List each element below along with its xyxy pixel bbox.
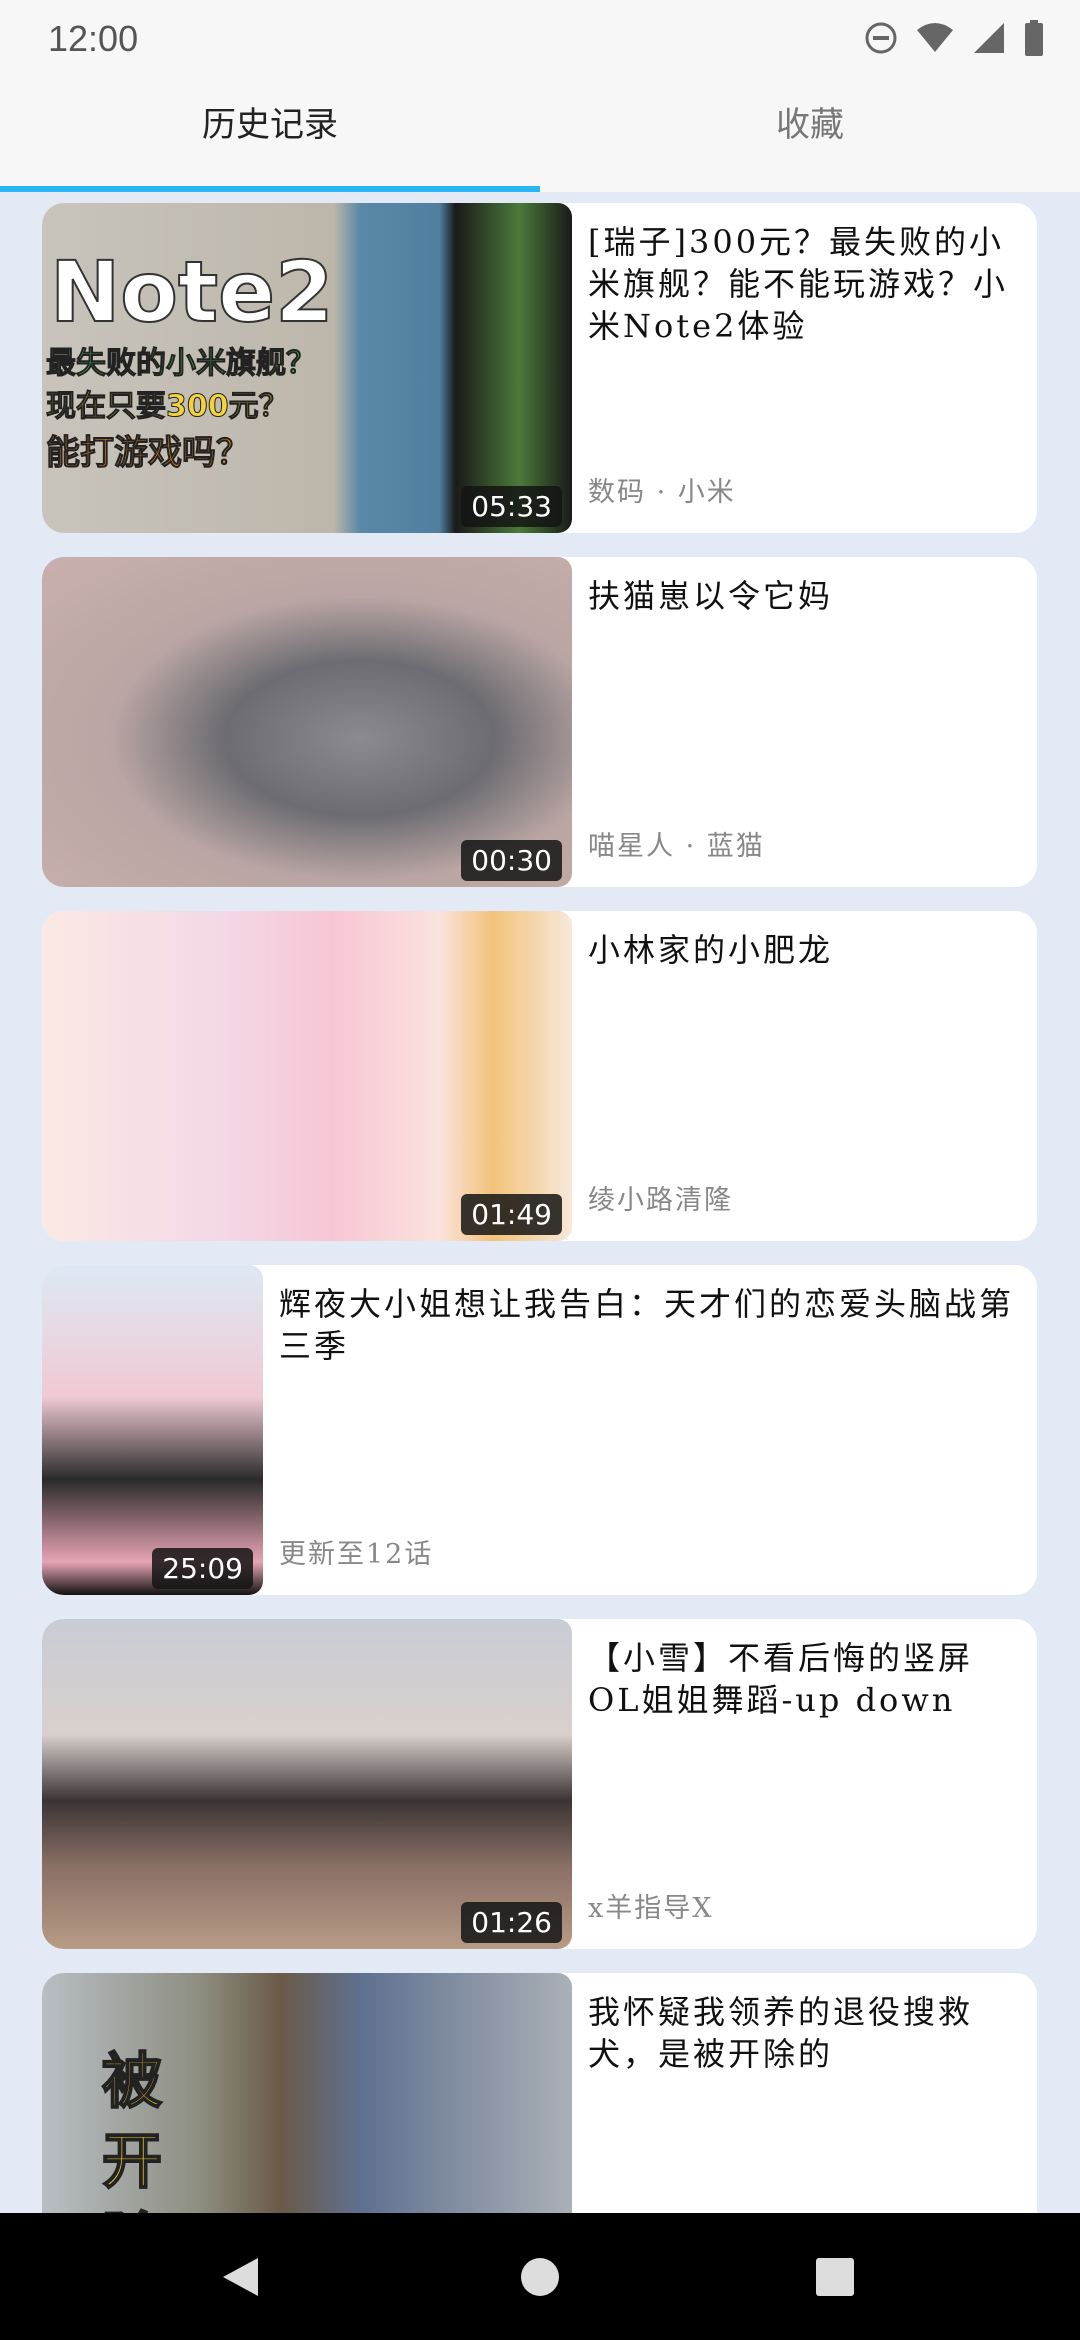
video-list[interactable]: Note2 最失败的小米旗舰？ 现在只要300元？ 能打游戏吗？ 05:33 [… <box>42 203 1037 2327</box>
tab-indicator <box>0 186 540 192</box>
video-title: 扶猫崽以令它妈 <box>588 577 834 615</box>
video-meta: 绫小路清隆 <box>588 1185 733 1216</box>
video-thumbnail: 01:49 <box>42 911 572 1241</box>
video-meta: 数码 · 小米 <box>588 477 736 508</box>
video-meta: x羊指导X <box>588 1893 714 1924</box>
video-title: 辉夜大小姐想让我告白：天才们的恋爱头脑战第三季 <box>279 1285 1015 1365</box>
list-item[interactable]: Note2 最失败的小米旗舰？ 现在只要300元？ 能打游戏吗？ 05:33 [… <box>42 203 1037 533</box>
video-thumbnail: 25:09 <box>42 1265 263 1595</box>
video-thumbnail: 00:30 <box>42 557 572 887</box>
list-item[interactable]: 01:49 小林家的小肥龙绫小路清隆 <box>42 911 1037 1241</box>
video-title: 我怀疑我领养的退役搜救犬，是被开除的 <box>588 1993 974 2073</box>
back-icon[interactable] <box>220 2256 260 2298</box>
video-meta: 喵星人 · 蓝猫 <box>588 831 765 862</box>
clock: 12:00 <box>48 18 139 59</box>
tab-favorites[interactable]: 收藏 <box>540 80 1080 192</box>
video-thumbnail: Note2 最失败的小米旗舰？ 现在只要300元？ 能打游戏吗？ 05:33 <box>42 203 572 533</box>
duration-badge: 25:09 <box>152 1548 253 1589</box>
list-item[interactable]: 00:30 扶猫崽以令它妈喵星人 · 蓝猫 <box>42 557 1037 887</box>
video-title: 小林家的小肥龙 <box>588 931 834 969</box>
video-title: [瑞子]300元？最失败的小米旗舰？能不能玩游戏？小米Note2体验 <box>588 223 1009 345</box>
tab-history[interactable]: 历史记录 <box>0 80 540 192</box>
list-item[interactable]: 25:09 辉夜大小姐想让我告白：天才们的恋爱头脑战第三季更新至12话 <box>42 1265 1037 1595</box>
video-thumbnail: 01:26 <box>42 1619 572 1949</box>
wifi-icon <box>917 23 953 52</box>
home-icon[interactable] <box>520 2257 560 2297</box>
recents-icon[interactable] <box>815 2257 855 2297</box>
tab-bar: 历史记录 收藏 <box>0 80 1080 192</box>
duration-badge: 01:49 <box>461 1194 562 1235</box>
duration-badge: 05:33 <box>461 486 562 527</box>
signal-icon <box>974 23 1004 53</box>
video-meta: 更新至12话 <box>279 1539 434 1570</box>
battery-icon <box>1025 20 1043 56</box>
status-bar: 12:00 <box>0 0 1080 80</box>
dnd-icon <box>865 22 897 54</box>
duration-badge: 01:26 <box>461 1902 562 1943</box>
navigation-bar <box>0 2213 1080 2340</box>
list-item[interactable]: 01:26 【小雪】不看后悔的竖屏OL姐姐舞蹈-up down x羊指导X <box>42 1619 1037 1949</box>
video-title: 【小雪】不看后悔的竖屏OL姐姐舞蹈-up down <box>588 1639 974 1719</box>
duration-badge: 00:30 <box>461 840 562 881</box>
